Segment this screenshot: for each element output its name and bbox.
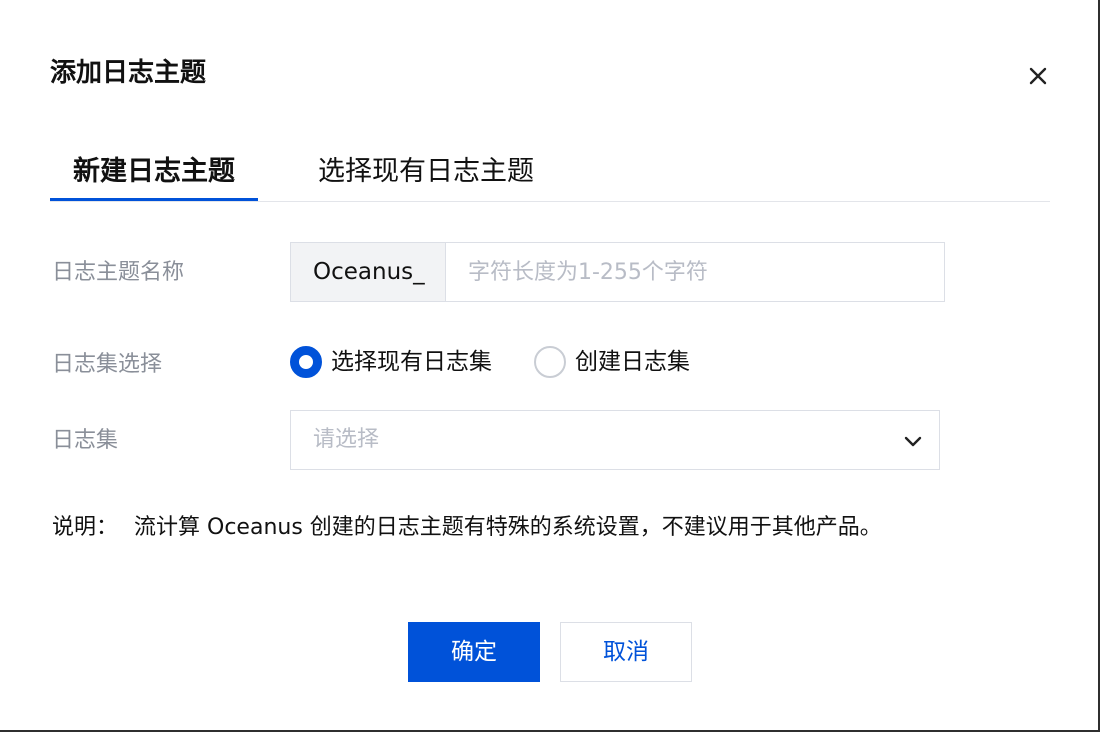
chevron-down-icon: [904, 436, 922, 447]
radio-label: 创建日志集: [575, 349, 690, 375]
note-prefix: 说明：: [52, 515, 119, 540]
radio-label: 选择现有日志集: [331, 349, 492, 375]
topic-name-field: Oceanus_: [290, 242, 945, 302]
radio-create-logset[interactable]: 创建日志集: [534, 345, 690, 379]
tab-new-log-topic[interactable]: 新建日志主题: [50, 150, 258, 202]
active-tab-indicator: [50, 198, 258, 201]
add-log-topic-dialog: 添加日志主题 新建日志主题 选择现有日志主题 日志主题名称 Oceanus_ 日…: [0, 0, 1100, 732]
radio-checked-icon: [290, 346, 322, 378]
note: 说明： 流计算 Oceanus 创建的日志主题有特殊的系统设置，不建议用于其他产品…: [52, 513, 882, 543]
close-icon: [1029, 67, 1047, 85]
topic-name-prefix: Oceanus_: [291, 243, 446, 301]
tab-bar: 新建日志主题 选择现有日志主题: [50, 150, 1050, 202]
topic-name-label: 日志主题名称: [52, 260, 185, 285]
cancel-button[interactable]: 取消: [560, 622, 692, 682]
note-text: 流计算 Oceanus 创建的日志主题有特殊的系统设置，不建议用于其他产品。: [134, 515, 882, 540]
tab-select-existing-log-topic[interactable]: 选择现有日志主题: [318, 150, 534, 202]
radio-unchecked-icon: [534, 346, 566, 378]
logset-label: 日志集: [52, 428, 119, 453]
radio-select-existing-logset[interactable]: 选择现有日志集: [290, 345, 492, 379]
confirm-button[interactable]: 确定: [408, 622, 540, 682]
topic-name-input[interactable]: [446, 243, 944, 301]
logset-select[interactable]: 请选择: [290, 410, 940, 470]
dialog-title: 添加日志主题: [50, 58, 207, 88]
logset-choice-label: 日志集选择: [52, 352, 163, 377]
close-button[interactable]: [1022, 60, 1054, 92]
logset-select-placeholder: 请选择: [313, 427, 380, 452]
